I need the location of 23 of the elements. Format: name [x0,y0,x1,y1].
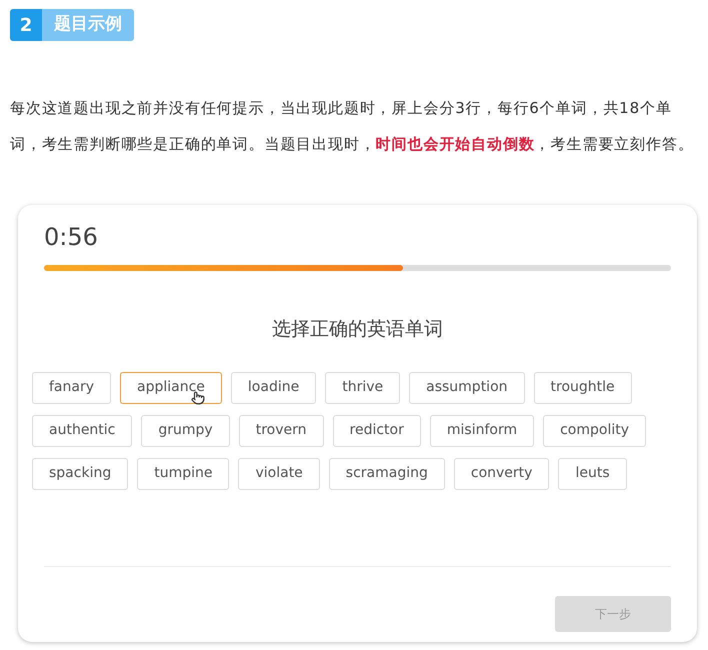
timer: 0:56 [44,222,98,253]
word-option[interactable]: trovern [238,414,324,446]
word-option[interactable]: fanary [32,372,112,404]
word-option[interactable]: scramaging [328,458,445,490]
word-option[interactable]: grumpy [141,414,230,446]
word-option[interactable]: troughtle [534,372,632,404]
word-option[interactable]: assumption [409,372,525,404]
word-option[interactable]: misinform [430,414,534,446]
word-option[interactable]: appliance [120,372,222,404]
word-option[interactable]: compolity [543,414,646,446]
description-paragraph: 每次这道题出现之前并没有任何提示，当出现此题时，屏上会分3行，每行6个单词，共18个单词，考生需判断哪些是正确的单词。当题目出现时，时间也会开始自动倒数，考生需要立刻作答。 [9,98,695,155]
word-option[interactable]: redictor [332,414,421,446]
word-option[interactable]: spacking [32,458,128,490]
question-prompt: 选择正确的英语单词 [272,317,443,342]
section-number: 2 [10,9,42,41]
word-option[interactable]: thrive [325,372,400,404]
word-option[interactable]: tumpine [137,458,230,490]
word-option[interactable]: loadine [230,372,316,404]
word-option[interactable]: violate [238,458,320,490]
section-title: 题目示例 [42,9,134,41]
word-option[interactable]: converty [454,458,550,490]
word-option[interactable]: leuts [558,458,627,490]
word-option[interactable]: authentic [32,414,132,446]
